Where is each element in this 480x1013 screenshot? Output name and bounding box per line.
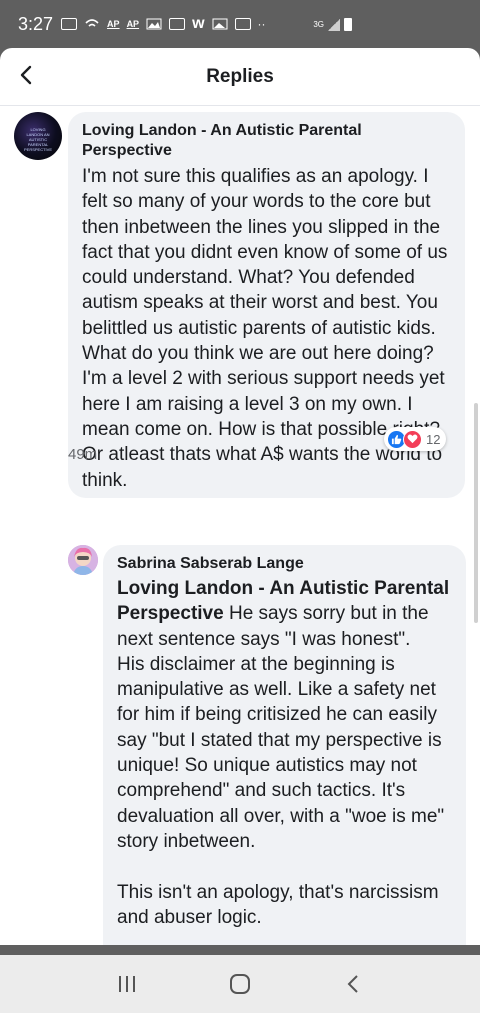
comment-time: 49m <box>68 446 98 463</box>
recent-apps-button[interactable] <box>107 969 147 999</box>
more-dots-icon: ·· <box>257 17 266 31</box>
notification-icons: AP AP w ·· <box>61 15 266 33</box>
page-title: Replies <box>206 65 274 87</box>
avatar[interactable] <box>68 545 98 575</box>
home-button[interactable] <box>220 969 260 999</box>
comment-bubble[interactable]: Sabrina Sabserab Lange Loving Landon - A… <box>103 545 466 945</box>
comment-author[interactable]: Loving Landon - An Autistic Parental Per… <box>82 121 453 161</box>
chevron-left-icon <box>347 975 359 993</box>
signal-icon <box>328 18 340 31</box>
navigation-bar <box>0 955 480 1013</box>
battery-icon <box>344 18 352 31</box>
message-icon <box>61 18 78 30</box>
avatar-text: LOVING LANDON AN AUTISTIC PARENTAL PERSP… <box>23 127 52 152</box>
comment-author[interactable]: Sabrina Sabserab Lange <box>117 554 454 574</box>
image-icon <box>146 18 162 30</box>
status-bar: 3:27 AP AP w ·· 3G <box>0 0 480 48</box>
back-button[interactable] <box>14 62 42 90</box>
ap-icon: AP <box>107 19 120 29</box>
comment-text-body: He says sorry but in the next sentence s… <box>117 603 445 928</box>
home-icon <box>229 974 250 994</box>
system-status: 3G <box>313 18 352 31</box>
back-nav-button[interactable] <box>333 969 373 999</box>
w-icon: w <box>192 15 205 32</box>
window-icon <box>234 18 251 30</box>
love-reaction-icon <box>403 429 422 449</box>
ap-icon: AP <box>126 19 140 29</box>
reaction-count: 12 <box>426 431 441 447</box>
replies-header: Replies <box>0 48 480 106</box>
avatar-image <box>68 545 98 575</box>
avatar[interactable]: LOVING LANDON AN AUTISTIC PARENTAL PERSP… <box>14 112 62 160</box>
comment-text: Loving Landon - An Autistic Parental Per… <box>117 576 454 930</box>
status-time: 3:27 <box>18 13 54 34</box>
wifi-call-icon <box>85 19 99 27</box>
gallery-icon <box>212 18 228 30</box>
network-type: 3G <box>313 19 324 29</box>
radio-icon <box>169 18 186 30</box>
replies-panel: Replies LOVING LANDON AN AUTISTIC PARENT… <box>0 48 480 945</box>
scrollbar[interactable] <box>474 403 478 623</box>
back-arrow-icon <box>20 65 32 85</box>
reactions-badge[interactable]: 12 <box>384 427 447 451</box>
recent-apps-icon <box>118 976 135 992</box>
